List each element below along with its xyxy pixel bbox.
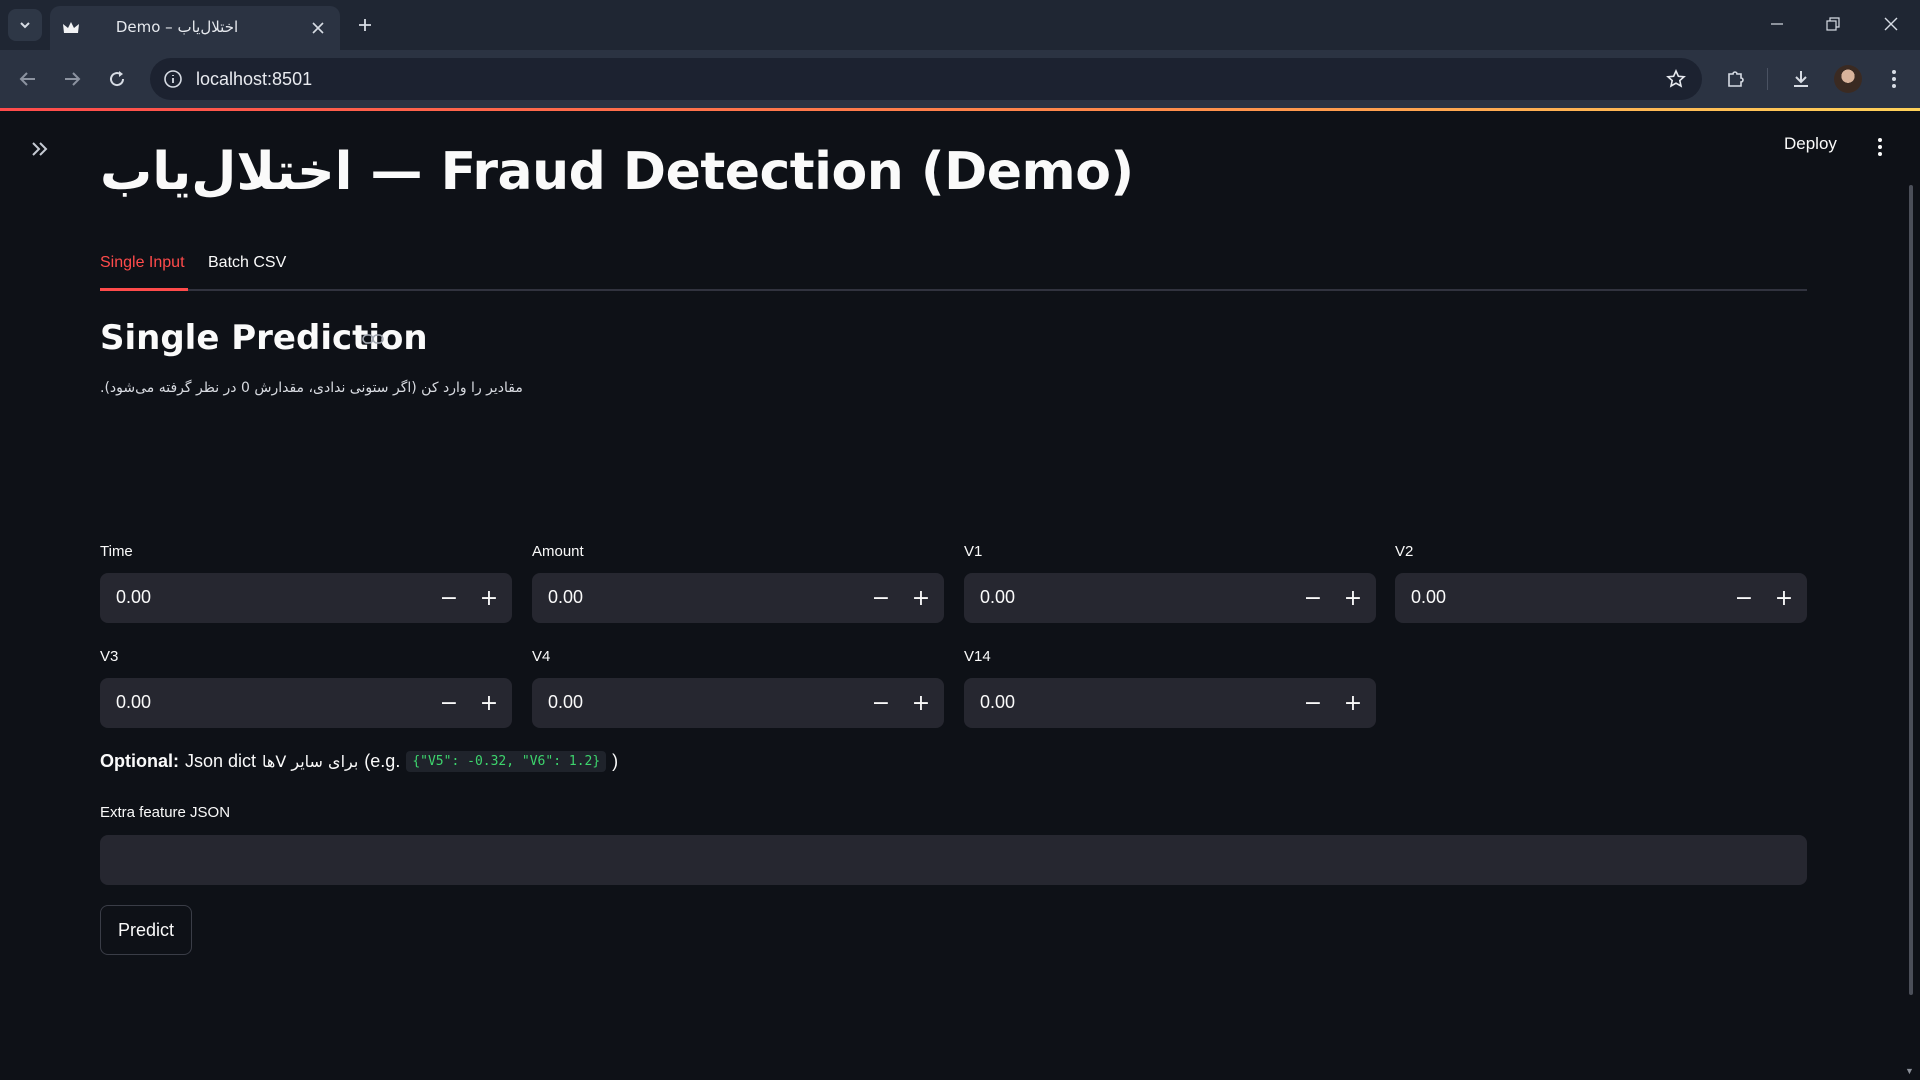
anchor-link-icon[interactable] — [362, 332, 384, 346]
decrement-button[interactable]: − — [436, 585, 462, 611]
v3-input[interactable]: 0.00 − + — [100, 678, 512, 728]
field-label-v1: V1 — [964, 543, 983, 560]
increment-button[interactable]: + — [908, 585, 934, 611]
v14-input[interactable]: 0.00 − + — [964, 678, 1376, 728]
decrement-button[interactable]: − — [1731, 585, 1757, 611]
decrement-button[interactable]: − — [1300, 585, 1326, 611]
decrement-button[interactable]: − — [436, 690, 462, 716]
decrement-button[interactable]: − — [868, 585, 894, 611]
optional-hint: Optional: Json dict برای سایر Vها (e.g. … — [100, 751, 618, 772]
optional-text-rtl: برای سایر Vها — [262, 752, 359, 771]
instructions-caption: مقادیر را وارد کن (اگر ستونی ندادی، مقدا… — [100, 380, 523, 396]
amount-input[interactable]: 0.00 − + — [532, 573, 944, 623]
profile-avatar[interactable] — [1834, 65, 1862, 93]
input-value[interactable]: 0.00 — [116, 587, 151, 608]
input-value[interactable]: 0.00 — [116, 692, 151, 713]
downloads-button[interactable] — [1785, 63, 1817, 95]
puzzle-icon — [1728, 71, 1744, 87]
tab-batch-csv[interactable]: Batch CSV — [208, 254, 286, 272]
input-value[interactable]: 0.00 — [548, 587, 583, 608]
optional-close-paren: ) — [612, 751, 619, 771]
bookmark-star-icon[interactable] — [1664, 67, 1688, 91]
kebab-menu-icon — [1878, 138, 1882, 156]
arrow-right-icon — [65, 72, 81, 86]
forward-button[interactable] — [56, 63, 88, 95]
download-icon — [1794, 71, 1808, 87]
increment-button[interactable]: + — [1771, 585, 1797, 611]
extra-json-label: Extra feature JSON — [100, 804, 231, 821]
toolbar-separator — [1767, 68, 1768, 90]
v4-input[interactable]: 0.00 − + — [532, 678, 944, 728]
increment-button[interactable]: + — [476, 585, 502, 611]
close-icon[interactable] — [308, 18, 328, 38]
increment-button[interactable]: + — [476, 690, 502, 716]
browser-tab-active[interactable]: Demo – اختلال‌یاب — [50, 6, 340, 50]
increment-button[interactable]: + — [908, 690, 934, 716]
extensions-button[interactable] — [1720, 63, 1752, 95]
chevron-down-icon — [20, 22, 30, 29]
input-value[interactable]: 0.00 — [980, 587, 1015, 608]
back-button[interactable] — [12, 63, 44, 95]
time-input[interactable]: 0.00 − + — [100, 573, 512, 623]
arrow-left-icon — [19, 72, 35, 86]
browser-menu-button[interactable] — [1878, 63, 1910, 95]
reload-icon — [110, 71, 125, 87]
increment-button[interactable]: + — [1340, 585, 1366, 611]
field-label-v3: V3 — [100, 648, 119, 665]
new-tab-button[interactable] — [352, 12, 378, 38]
optional-label: Optional: — [100, 751, 179, 771]
double-chevron-right-icon — [32, 142, 48, 156]
info-icon[interactable] — [162, 68, 184, 90]
predict-button[interactable]: Predict — [100, 905, 192, 955]
field-label-v14: V14 — [964, 648, 991, 665]
field-label-amount: Amount — [532, 543, 584, 560]
decrement-button[interactable]: − — [1300, 690, 1326, 716]
address-bar[interactable]: localhost:8501 — [150, 58, 1702, 100]
scroll-down-icon[interactable]: ▼ — [1905, 1066, 1917, 1076]
optional-text: Json dict — [185, 751, 257, 771]
app-menu-button[interactable] — [1868, 133, 1892, 161]
v2-input[interactable]: 0.00 − + — [1395, 573, 1807, 623]
plus-icon — [359, 19, 371, 31]
input-value[interactable]: 0.00 — [548, 692, 583, 713]
minimize-icon — [1771, 23, 1783, 25]
url-text[interactable]: localhost:8501 — [196, 69, 312, 90]
browser-toolbar: localhost:8501 — [0, 50, 1920, 108]
decrement-button[interactable]: − — [868, 690, 894, 716]
scrollbar[interactable] — [1909, 185, 1913, 995]
tab-title: Demo – اختلال‌یاب — [115, 18, 239, 36]
field-label-v2: V2 — [1395, 543, 1414, 560]
close-icon — [1884, 17, 1898, 31]
v1-input[interactable]: 0.00 − + — [964, 573, 1376, 623]
kebab-menu-icon — [1892, 70, 1896, 88]
field-label-time: Time — [100, 543, 133, 560]
page-title: اختلال‌یاب — Fraud Detection (Demo) — [100, 142, 1134, 202]
input-value[interactable]: 0.00 — [980, 692, 1015, 713]
tab-single-input[interactable]: Single Input — [100, 254, 185, 272]
increment-button[interactable]: + — [1340, 690, 1366, 716]
tab-divider — [100, 289, 1807, 291]
tab-search-button[interactable] — [8, 9, 42, 41]
window-close-button[interactable] — [1868, 8, 1914, 40]
code-example: {"V5": -0.32, "V6": 1.2} — [406, 751, 607, 772]
browser-tabstrip: Demo – اختلال‌یاب — [0, 0, 1920, 50]
field-label-v4: V4 — [532, 648, 551, 665]
expand-sidebar-button[interactable] — [26, 135, 54, 163]
extra-json-input[interactable] — [100, 835, 1807, 885]
input-value[interactable]: 0.00 — [1411, 587, 1446, 608]
restore-icon — [1826, 17, 1840, 31]
restore-button[interactable] — [1810, 8, 1856, 40]
deploy-button[interactable]: Deploy — [1784, 134, 1837, 154]
active-tab-indicator — [100, 288, 188, 291]
tab-bar: Single Input Batch CSV — [100, 240, 1807, 292]
minimize-button[interactable] — [1754, 8, 1800, 40]
optional-eg: (e.g. — [364, 751, 401, 771]
reload-button[interactable] — [101, 63, 133, 95]
